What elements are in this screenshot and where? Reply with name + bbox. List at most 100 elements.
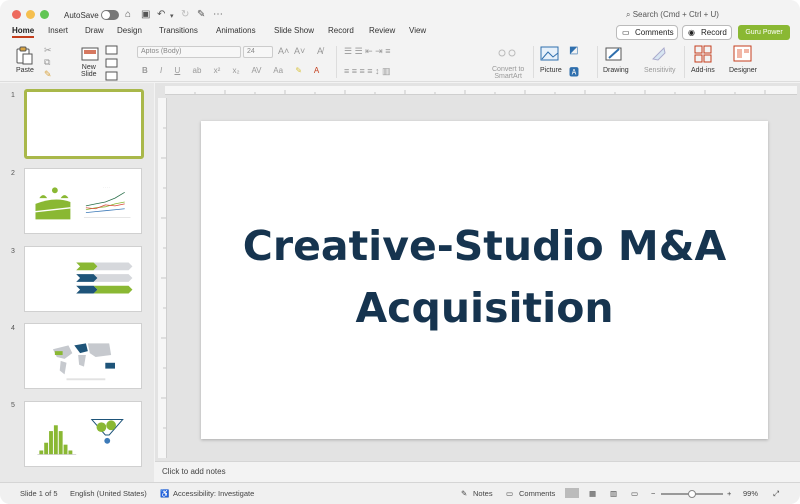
spacing-icon[interactable]: AV	[251, 66, 261, 75]
normal-view-icon[interactable]	[565, 488, 579, 498]
slide-count: Slide 1 of 5	[20, 489, 58, 498]
bullets-icon[interactable]: ☰ ☰ ⇤ ⇥ ≡	[344, 46, 390, 57]
designer-icon[interactable]	[733, 45, 753, 63]
notes-pane[interactable]: Click to add notes	[155, 461, 800, 482]
status-bar: Slide 1 of 5 English (United States) ♿ A…	[0, 482, 800, 504]
tab-review[interactable]: Review	[369, 26, 395, 35]
format-painter-icon[interactable]: ✎	[44, 69, 52, 80]
tab-record[interactable]: Record	[328, 26, 354, 35]
subscript-icon[interactable]: x₂	[233, 66, 240, 75]
comments-button[interactable]: ▭ Comments	[616, 25, 678, 40]
slide-number: 1	[11, 92, 15, 99]
slide-thumbnail-5[interactable]	[24, 401, 142, 467]
edit-icon[interactable]: ✎	[197, 9, 205, 21]
picture-icon[interactable]	[540, 45, 560, 63]
search-icon: ⌕	[626, 10, 631, 19]
font-size-select[interactable]: 24	[243, 46, 273, 58]
search-box[interactable]: ⌕ Search (Cmd + Ctrl + U)	[626, 10, 719, 20]
more-icon[interactable]: ⋯	[213, 9, 223, 21]
picture-label: Picture	[540, 67, 562, 74]
sensitivity-label: Sensitivity	[644, 67, 676, 74]
bold-icon[interactable]: B	[142, 66, 148, 75]
drawing-icon[interactable]	[604, 45, 624, 63]
autosave-toggle[interactable]	[101, 10, 119, 20]
home-icon[interactable]: ⌂	[125, 9, 131, 21]
font-name-select[interactable]: Aptos (Body)	[137, 46, 241, 58]
format-row: B I U ab x² x₂ AV Aa ✎ A	[142, 66, 319, 75]
underline-icon[interactable]: U	[174, 66, 180, 75]
record-button-label: Record	[701, 28, 727, 37]
decrease-font-icon[interactable]: A˅	[294, 46, 305, 56]
slide-title-line-1: Creative-Studio M&A	[242, 222, 727, 270]
record-button[interactable]: ◉ Record	[682, 25, 732, 40]
tab-slide-show[interactable]: Slide Show	[274, 26, 314, 35]
new-slide-label: New Slide	[81, 64, 97, 78]
tab-animations[interactable]: Animations	[216, 26, 256, 35]
reading-view-icon[interactable]: ▥	[610, 489, 617, 498]
horizontal-ruler	[165, 86, 797, 95]
language-status[interactable]: English (United States)	[70, 489, 147, 498]
slide-thumbnail-3[interactable]	[24, 246, 142, 312]
redo-icon[interactable]: ↻	[181, 9, 189, 21]
tab-design[interactable]: Design	[117, 26, 142, 35]
highlight-icon[interactable]: ✎	[295, 66, 302, 75]
undo-dropdown-icon[interactable]: ▾	[170, 11, 174, 23]
comments-button-label: Comments	[635, 28, 674, 37]
ribbon-home: Paste ✂ ⧉ ✎ New Slide Aptos (Body) 24 A˄…	[0, 42, 800, 82]
cut-icon[interactable]: ✂	[44, 45, 52, 56]
slide-number: 5	[11, 402, 15, 409]
zoom-out-icon[interactable]: −	[651, 489, 655, 498]
slide-sorter-icon[interactable]: ▦	[589, 489, 596, 498]
paste-icon[interactable]	[14, 45, 34, 65]
tab-draw[interactable]: Draw	[85, 26, 104, 35]
autosave-label: AutoSave	[64, 11, 99, 20]
save-icon[interactable]: ▣	[141, 9, 150, 21]
zoom-level[interactable]: 99%	[743, 489, 758, 498]
strikethrough-icon[interactable]: ab	[193, 66, 202, 75]
minimize-window-button[interactable]	[26, 10, 35, 19]
superscript-icon[interactable]: x²	[214, 66, 221, 75]
slideshow-view-icon[interactable]: ▭	[631, 489, 638, 498]
guru-power-button[interactable]: Guru Power	[738, 25, 790, 40]
layout-icons[interactable]	[105, 45, 119, 81]
slide-title[interactable]: Creative-Studio M&A Acquisition	[201, 215, 768, 339]
change-case-icon[interactable]: Aa	[273, 66, 283, 75]
copy-icon[interactable]: ⧉	[44, 57, 50, 68]
notes-icon: ✎	[461, 489, 468, 498]
shapes-icon[interactable]: ◩	[569, 45, 578, 56]
notes-button[interactable]: Notes	[473, 489, 493, 498]
accessibility-status[interactable]: Accessibility: Investigate	[173, 489, 254, 498]
tab-insert[interactable]: Insert	[48, 26, 68, 35]
undo-icon[interactable]: ↶	[157, 9, 165, 21]
smartart-icon[interactable]	[497, 45, 517, 61]
clear-format-icon[interactable]: A̸	[317, 46, 323, 56]
zoom-slider-handle[interactable]	[688, 490, 696, 498]
slide-thumbnail-1[interactable]	[24, 89, 144, 159]
tab-home[interactable]: Home	[12, 26, 35, 38]
align-icons[interactable]: ≡ ≡ ≡ ≡ ↕ ▥	[344, 66, 391, 77]
italic-icon[interactable]: I	[160, 66, 162, 75]
tab-transitions[interactable]: Transitions	[159, 26, 198, 35]
comments-status-button[interactable]: Comments	[519, 489, 555, 498]
increase-font-icon[interactable]: A˄	[278, 46, 289, 56]
slide-thumbnail-2[interactable]: · · · ·	[24, 168, 142, 234]
current-slide[interactable]: Creative-Studio M&A Acquisition	[201, 121, 768, 439]
font-color-icon[interactable]: A	[314, 66, 319, 75]
title-bar: AutoSave ⌂ ▣ ↶ ▾ ↻ ✎ ⋯ ⌕ Search (Cmd + C…	[0, 0, 800, 24]
sensitivity-icon[interactable]	[650, 45, 668, 63]
designer-label: Designer	[729, 67, 758, 74]
convert-smartart-label[interactable]: Convert to SmartArt	[492, 66, 524, 80]
comment-icon: ▭	[622, 28, 630, 37]
comments-icon: ▭	[506, 489, 514, 498]
slide-thumbnail-4[interactable]	[24, 323, 142, 389]
close-window-button[interactable]	[12, 10, 21, 19]
fit-to-window-icon[interactable]: ⤢	[773, 489, 779, 499]
ribbon-separator	[684, 46, 685, 78]
new-slide-icon[interactable]	[80, 45, 100, 63]
slide-number: 3	[11, 248, 15, 255]
zoom-in-icon[interactable]: +	[727, 489, 731, 498]
textbox-icon[interactable]: 🅰	[569, 64, 579, 79]
maximize-window-button[interactable]	[40, 10, 49, 19]
addins-icon[interactable]	[694, 45, 712, 63]
tab-view[interactable]: View	[409, 26, 426, 35]
